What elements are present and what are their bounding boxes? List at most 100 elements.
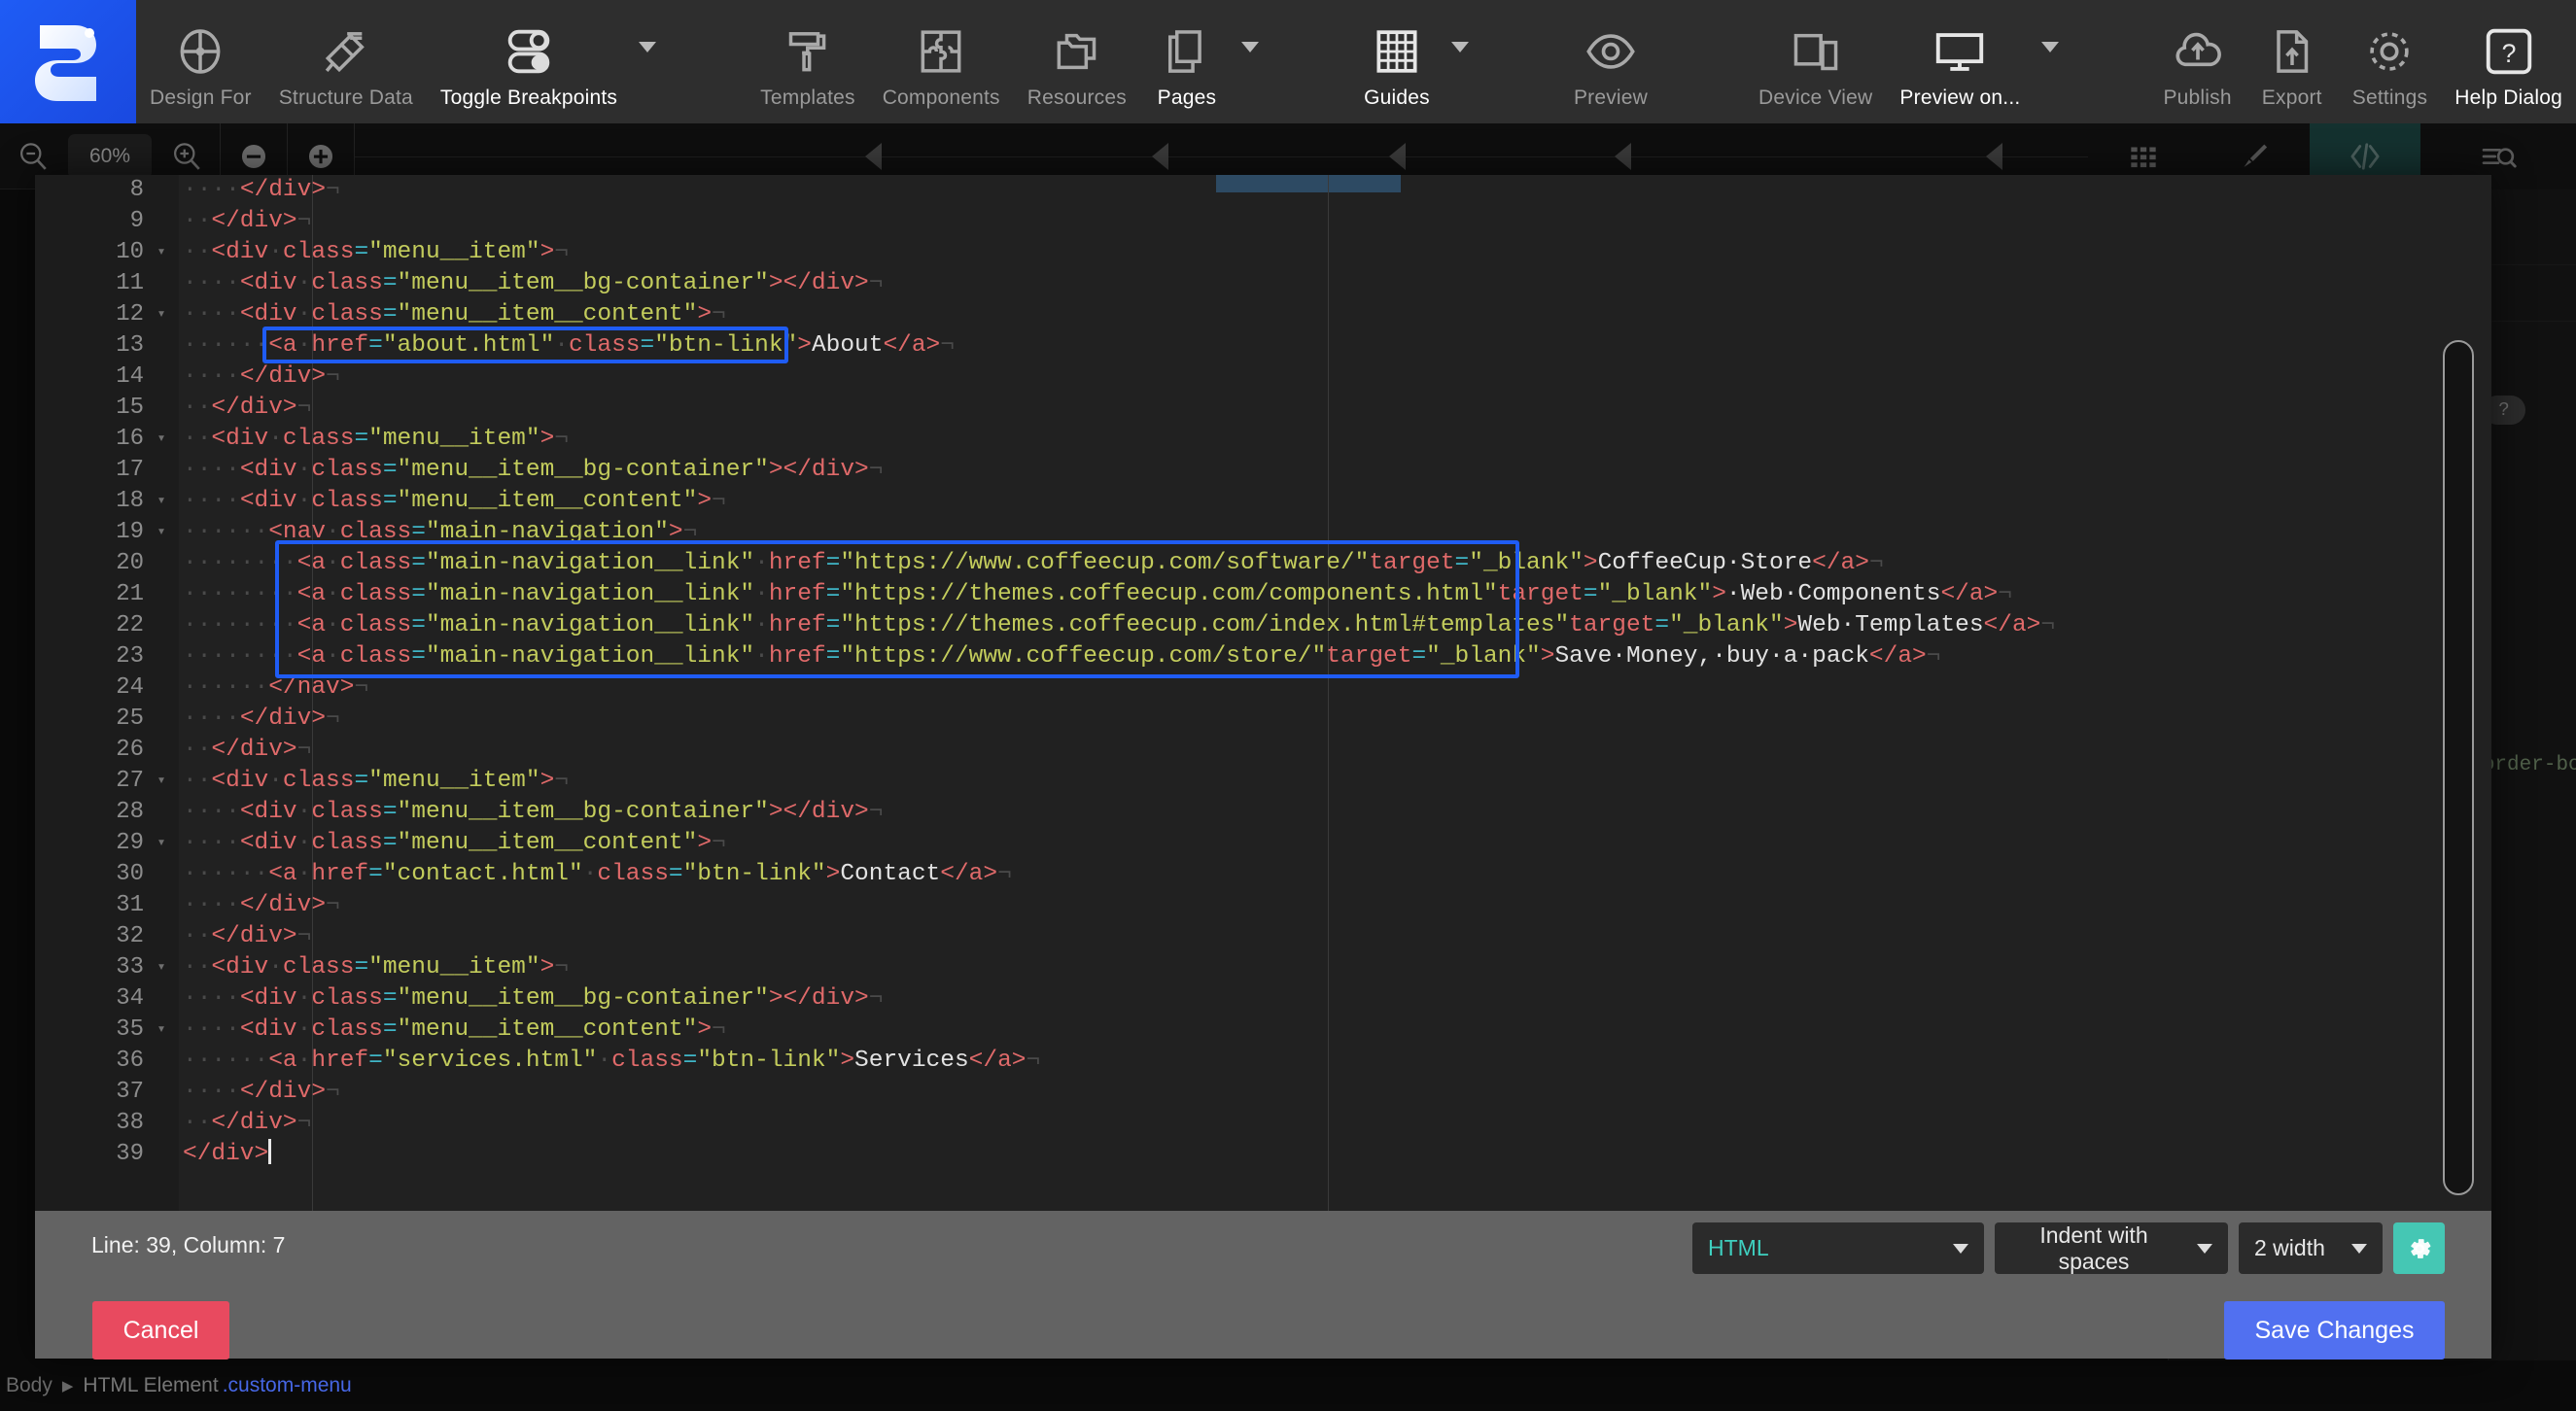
fold-toggle-icon[interactable]: ▾ xyxy=(144,424,179,455)
toolbar-item-help-dialog[interactable]: ? Help Dialog xyxy=(2441,0,2576,123)
line-number: 23 xyxy=(116,643,144,670)
code-line[interactable]: 30 ······<a·href="contact.html"·class="bt… xyxy=(35,859,2491,890)
breakpoint-marker[interactable] xyxy=(1389,143,1406,170)
toolbar-item-preview[interactable]: Preview xyxy=(1560,0,1661,123)
code-line[interactable]: 33 ▾ ··<div·class="menu__item">¬ xyxy=(35,952,2491,983)
app-logo[interactable] xyxy=(0,0,136,123)
toolbar-dropdown-caret[interactable] xyxy=(1234,0,1267,123)
line-number: 31 xyxy=(116,892,144,918)
toolbar-item-publish[interactable]: Publish xyxy=(2149,0,2245,123)
toolbar-dropdown-caret[interactable] xyxy=(1444,0,1477,123)
code-line[interactable]: 22 ········<a·class="main-navigation__lin… xyxy=(35,610,2491,641)
fold-toggle-icon[interactable]: ▾ xyxy=(144,299,179,330)
toolbar-item-device-view[interactable]: Device View xyxy=(1745,0,1886,123)
code-line[interactable]: 16 ▾ ··<div·class="menu__item">¬ xyxy=(35,424,2491,455)
indent-mode-select[interactable]: Indent with spaces xyxy=(1995,1222,2228,1274)
breakpoint-marker[interactable] xyxy=(1615,143,1631,170)
fold-toggle-icon[interactable]: ▾ xyxy=(144,486,179,517)
code-line[interactable]: 25 ····</div>¬ xyxy=(35,704,2491,735)
code-line[interactable]: 19 ▾ ······<nav·class="main-navigation">¬ xyxy=(35,517,2491,548)
toolbar-item-label: Publish xyxy=(2163,86,2232,109)
code-line[interactable]: 14 ····</div>¬ xyxy=(35,361,2491,393)
code-line-text: ······<a·href="contact.html"·class="btn-… xyxy=(183,861,1012,887)
toolbar-item-label: Export xyxy=(2261,86,2322,109)
gear-icon xyxy=(2361,20,2418,83)
line-number: 26 xyxy=(116,737,144,763)
code-line[interactable]: 27 ▾ ··<div·class="menu__item">¬ xyxy=(35,766,2491,797)
code-line[interactable]: 13 ······<a·href="about.html"·class="btn-… xyxy=(35,330,2491,361)
breadcrumb-element[interactable]: HTML Element xyxy=(83,1374,218,1397)
code-line-text: ········<a·class="main-navigation__link"… xyxy=(183,550,1884,576)
code-line[interactable]: 18 ▾ ····<div·class="menu__item__content">… xyxy=(35,486,2491,517)
folders-icon xyxy=(1050,20,1104,83)
code-line[interactable]: 29 ▾ ····<div·class="menu__item__content">… xyxy=(35,828,2491,859)
code-line[interactable]: 26 ··</div>¬ xyxy=(35,735,2491,766)
code-line[interactable]: 9 ··</div>¬ xyxy=(35,206,2491,237)
toolbar-item-resources[interactable]: Resources xyxy=(1014,0,1140,123)
code-line[interactable]: 35 ▾ ····<div·class="menu__item__content">… xyxy=(35,1015,2491,1046)
chevron-down-icon xyxy=(2041,42,2060,52)
line-number: 25 xyxy=(116,706,144,732)
code-editor[interactable]: 8 ····</div>¬ 9 ··</div>¬ 10 ▾ ··<div·class="m… xyxy=(35,175,2491,1211)
code-line[interactable]: 36 ······<a·href="services.html"·class="b… xyxy=(35,1046,2491,1077)
code-line-text: ····<div·class="menu__item__bg-container… xyxy=(183,985,884,1012)
toolbar-item-structure-data[interactable]: Structure Data xyxy=(265,0,427,123)
code-line[interactable]: 39 </div> xyxy=(35,1139,2491,1170)
toolbar-item-label: Design For xyxy=(150,86,252,109)
code-line-text: ········<a·class="main-navigation__link"… xyxy=(183,581,2012,607)
code-line[interactable]: 31 ····</div>¬ xyxy=(35,890,2491,921)
save-changes-button[interactable]: Save Changes xyxy=(2224,1301,2445,1359)
code-line[interactable]: 32 ··</div>¬ xyxy=(35,921,2491,952)
cancel-button[interactable]: Cancel xyxy=(92,1301,229,1359)
code-line[interactable]: 8 ····</div>¬ xyxy=(35,175,2491,206)
toolbar-item-components[interactable]: Components xyxy=(869,0,1014,123)
breakpoint-marker[interactable] xyxy=(1986,143,2002,170)
code-lines[interactable]: 8 ····</div>¬ 9 ··</div>¬ 10 ▾ ··<div·class="m… xyxy=(35,175,2491,1211)
fold-toggle-icon[interactable]: ▾ xyxy=(144,517,179,548)
breadcrumb-class[interactable]: .custom-menu xyxy=(223,1374,352,1397)
code-line[interactable]: 37 ····</div>¬ xyxy=(35,1077,2491,1108)
fold-toggle-icon[interactable]: ▾ xyxy=(144,828,179,859)
toolbar-item-export[interactable]: Export xyxy=(2245,0,2339,123)
fold-toggle-icon[interactable]: ▾ xyxy=(144,1015,179,1046)
language-select[interactable]: HTML xyxy=(1692,1222,1984,1274)
code-line[interactable]: 20 ········<a·class="main-navigation__lin… xyxy=(35,548,2491,579)
toolbar-item-guides[interactable]: Guides xyxy=(1350,0,1444,123)
magnifier-minus-icon xyxy=(20,142,47,170)
zoom-level[interactable]: 60% xyxy=(68,133,152,179)
code-line[interactable]: 28 ····<div·class="menu__item__bg-contain… xyxy=(35,797,2491,828)
code-brackets-icon xyxy=(2350,143,2380,170)
monitor-icon xyxy=(1932,20,1988,83)
breadcrumb-root[interactable]: Body xyxy=(6,1374,52,1397)
fold-toggle-icon[interactable]: ▾ xyxy=(144,952,179,983)
code-line[interactable]: 21 ········<a·class="main-navigation__lin… xyxy=(35,579,2491,610)
toolbar-items: Design For Structure Data Toggle Breakpoin… xyxy=(136,0,2576,123)
code-line[interactable]: 11 ····<div·class="menu__item__bg-contain… xyxy=(35,268,2491,299)
fold-toggle-icon[interactable]: ▾ xyxy=(144,237,179,268)
toolbar-dropdown-caret[interactable] xyxy=(631,0,664,123)
toolbar-item-preview-on[interactable]: Preview on... xyxy=(1886,0,2034,123)
coffeecup-s-logo-icon xyxy=(35,24,96,101)
toolbar-item-templates[interactable]: Templates xyxy=(747,0,869,123)
breakpoint-marker[interactable] xyxy=(865,143,882,170)
code-line[interactable]: 12 ▾ ····<div·class="menu__item__content">… xyxy=(35,299,2491,330)
breakpoint-marker[interactable] xyxy=(1152,143,1168,170)
code-line[interactable]: 34 ····<div·class="menu__item__bg-contain… xyxy=(35,983,2491,1015)
toolbar-dropdown-caret[interactable] xyxy=(2034,0,2067,123)
editor-settings-button[interactable] xyxy=(2393,1222,2445,1274)
code-line[interactable]: 23 ········<a·class="main-navigation__lin… xyxy=(35,641,2491,672)
toolbar-item-design-for[interactable]: Design For xyxy=(136,0,265,123)
toolbar-item-settings[interactable]: Settings xyxy=(2339,0,2441,123)
editor-scrollbar[interactable] xyxy=(2443,340,2474,1195)
code-line[interactable]: 24 ······</nav>¬ xyxy=(35,672,2491,704)
code-line[interactable]: 15 ··</div>¬ xyxy=(35,393,2491,424)
chevron-down-icon xyxy=(2351,1243,2367,1254)
toolbar-item-toggle-breakpoints[interactable]: Toggle Breakpoints xyxy=(427,0,631,123)
toolbar-item-pages[interactable]: Pages xyxy=(1140,0,1234,123)
code-line[interactable]: 38 ··</div>¬ xyxy=(35,1108,2491,1139)
fold-toggle-icon[interactable]: ▾ xyxy=(144,766,179,797)
code-line[interactable]: 10 ▾ ··<div·class="menu__item">¬ xyxy=(35,237,2491,268)
code-line[interactable]: 17 ····<div·class="menu__item__bg-contain… xyxy=(35,455,2491,486)
device-view-icon xyxy=(1789,20,1843,83)
indent-width-select[interactable]: 2 width xyxy=(2239,1222,2383,1274)
